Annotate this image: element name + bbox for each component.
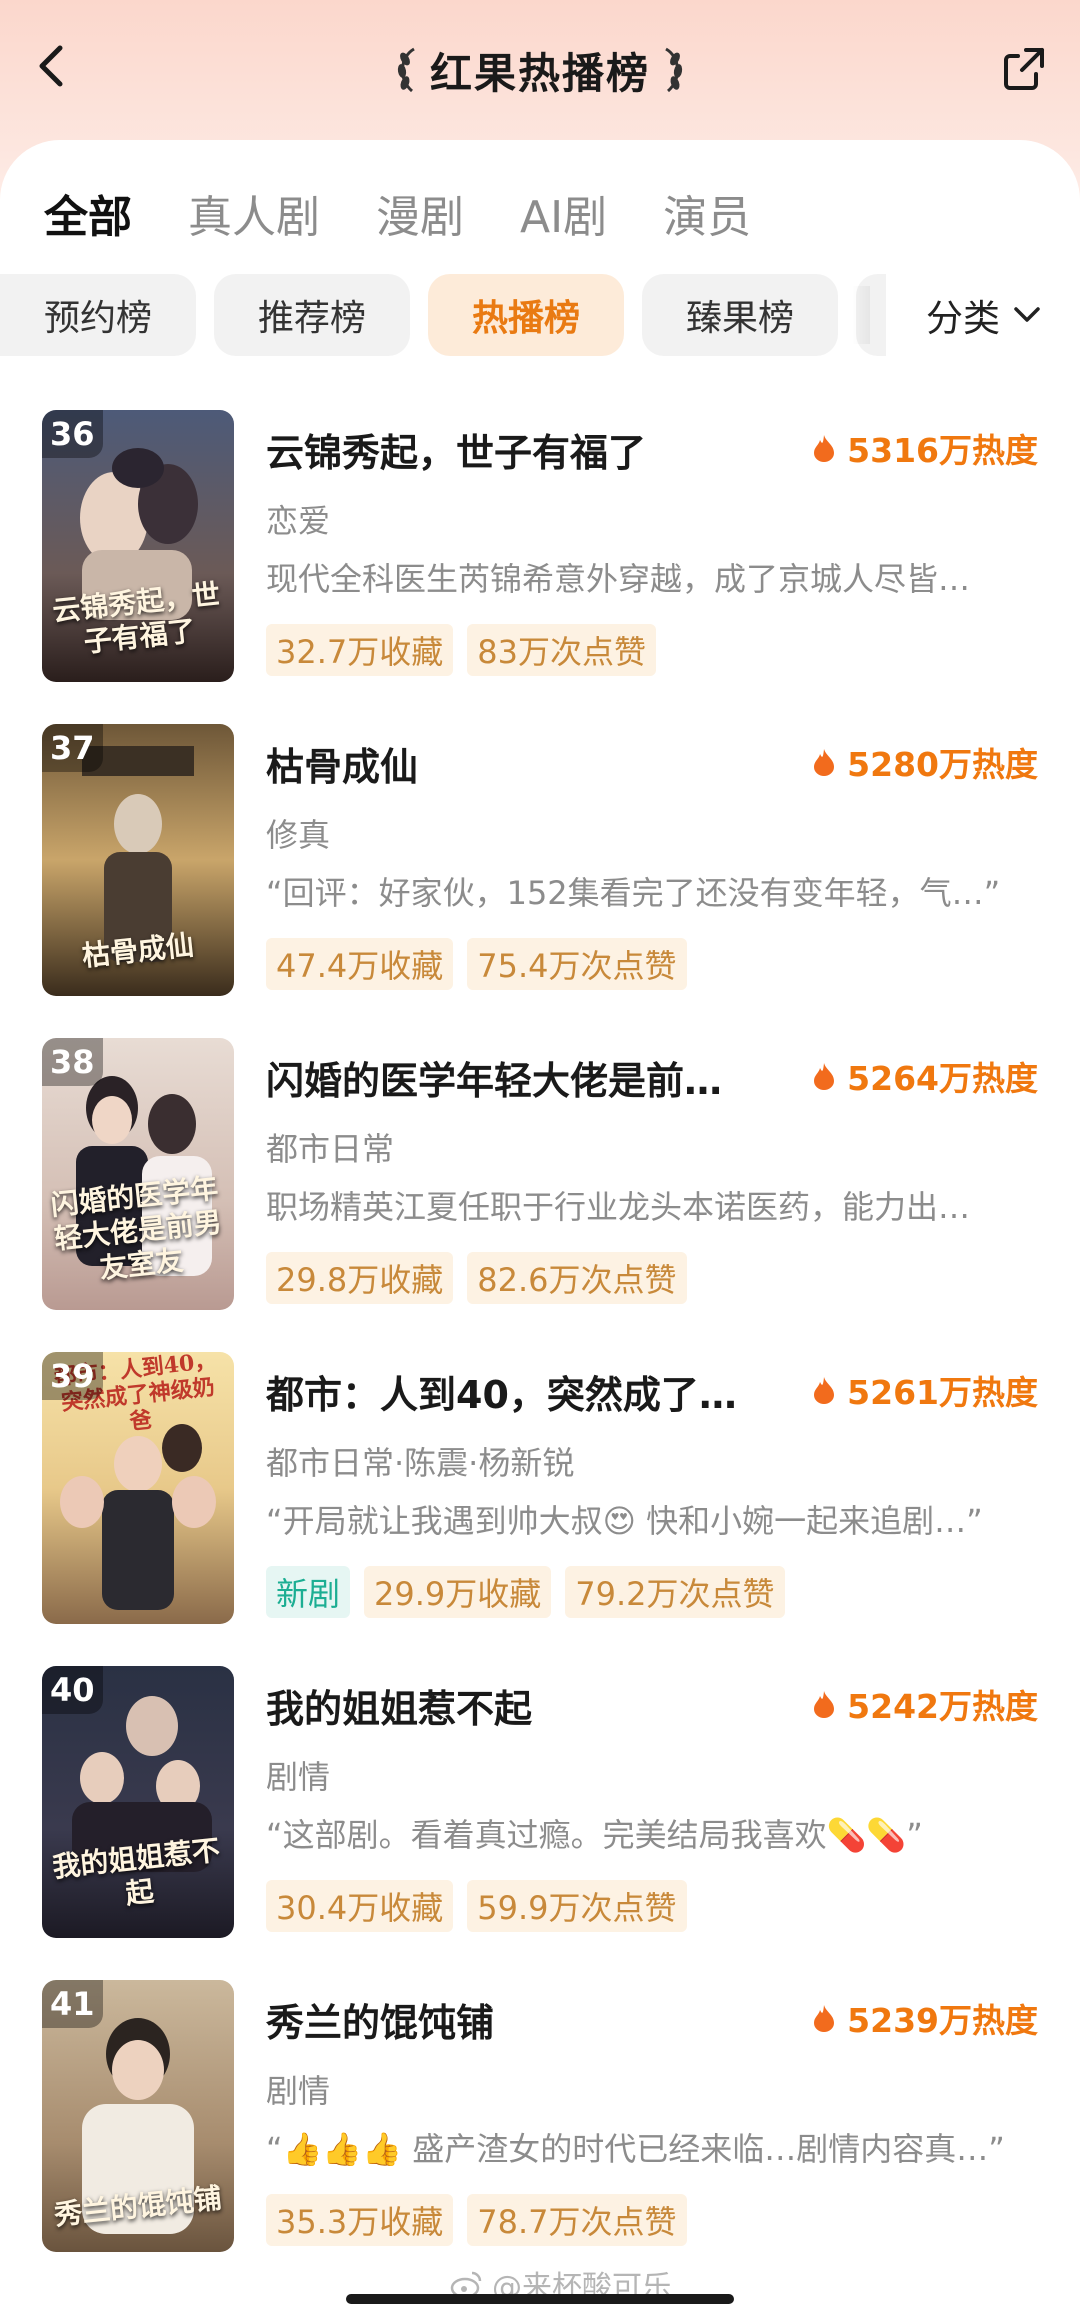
chip-premium[interactable]: 臻果榜 [642,274,838,356]
drama-title[interactable]: 云锦秀起，世子有福了 [266,422,786,477]
tab-ai[interactable]: AI剧 [520,181,607,245]
likes-tag: 78.7万次点赞 [467,2194,687,2246]
drama-poster[interactable]: 闪婚的医学年轻大佬是前男友室友 38 [42,1038,234,1310]
filter-label: 分类 [926,297,1000,340]
drama-title[interactable]: 秀兰的馄饨铺 [266,1992,786,2047]
drama-row[interactable]: 都市：人到40，突然成了神级奶爸 39 都市：人到40，突然成了… 5261万热… [0,1352,1080,1632]
drama-description: “开局就让我遇到帅大叔😍 快和小婉一起来追剧…” [266,1502,983,1540]
rank-badge: 36 [42,410,103,458]
rank-badge: 40 [42,1666,103,1714]
header: 红果热播榜 [0,0,1080,140]
likes-tag: 83万次点赞 [467,624,656,676]
drama-poster[interactable]: 枯骨成仙 37 [42,724,234,996]
drama-tags: 新剧 29.9万收藏 79.2万次点赞 [266,1566,785,1618]
flame-icon [814,2005,835,2032]
ranking-chips: 预约榜 推荐榜 热播榜 臻果榜 [0,274,1080,356]
flame-icon [814,1063,835,1090]
share-icon [1004,48,1044,90]
drama-poster[interactable]: 秀兰的馄饨铺 41 [42,1980,234,2252]
filter-divider [852,286,870,344]
drama-row[interactable]: 云锦秀起，世子有福了 36 云锦秀起，世子有福了 5316万热度 恋爱 现代全科… [0,410,1080,690]
likes-tag: 79.2万次点赞 [565,1566,785,1618]
page-title: 红果热播榜 [429,48,650,98]
drama-title[interactable]: 枯骨成仙 [266,736,786,791]
flame-icon [814,749,835,776]
drama-poster[interactable]: 云锦秀起，世子有福了 36 [42,410,234,682]
rank-badge: 37 [42,724,103,772]
laurel-right-icon [665,47,683,93]
favorites-tag: 29.9万收藏 [364,1566,552,1618]
category-tabs: 全部 真人剧 漫剧 AI剧 演员 [44,178,751,248]
heat-value: 5239万热度 [847,2001,1038,2040]
drama-description: 现代全科医生芮锦希意外穿越，成了京城人尽皆… [266,560,971,598]
drama-title[interactable]: 都市：人到40，突然成了… [266,1364,786,1419]
drama-description: 职场精英江夏任职于行业龙头本诺医药，能力出… [266,1188,971,1226]
flame-icon [814,1691,835,1718]
drama-description: “👍👍👍 盛产渣女的时代已经来临…剧情内容真…” [266,2130,1005,2168]
likes-tag: 59.9万次点赞 [467,1880,687,1932]
favorites-tag: 29.8万收藏 [266,1252,454,1304]
drama-poster[interactable]: 都市：人到40，突然成了神级奶爸 39 [42,1352,234,1624]
drama-row[interactable]: 我的姐姐惹不起 40 我的姐姐惹不起 5242万热度 剧情 “这部剧。看着真过瘾… [0,1666,1080,1946]
heat-score: 5316万热度 [811,424,1038,472]
heat-score: 5242万热度 [811,1680,1038,1728]
drama-row[interactable]: 秀兰的馄饨铺 41 秀兰的馄饨铺 5239万热度 剧情 “👍👍👍 盛产渣女的时代… [0,1980,1080,2260]
chip-hot[interactable]: 热播榜 [428,274,624,356]
flame-icon [814,1377,835,1404]
favorites-tag: 30.4万收藏 [266,1880,454,1932]
drama-description: “这部剧。看着真过瘾。完美结局我喜欢💊💊” [266,1816,923,1854]
category-filter-button[interactable]: 分类 [926,274,1044,356]
laurel-left-icon [397,47,415,93]
chip-recommend[interactable]: 推荐榜 [214,274,410,356]
drama-genre: 都市日常 [266,1130,395,1168]
tab-all[interactable]: 全部 [44,181,132,245]
drama-tags: 35.3万收藏 78.7万次点赞 [266,2194,687,2246]
rank-badge: 38 [42,1038,103,1086]
chip-reservation[interactable]: 预约榜 [0,274,196,356]
flame-icon [814,435,835,462]
poster-caption: 闪婚的医学年轻大佬是前男友室友 [49,1171,224,1286]
drama-title[interactable]: 闪婚的医学年轻大佬是前… [266,1050,786,1105]
drama-genre: 剧情 [266,2072,331,2110]
tab-comic[interactable]: 漫剧 [376,181,464,245]
favorites-tag: 32.7万收藏 [266,624,454,676]
heat-value: 5280万热度 [847,745,1038,784]
tab-live-action[interactable]: 真人剧 [188,181,320,245]
home-indicator[interactable] [346,2294,734,2304]
heat-value: 5261万热度 [847,1373,1038,1412]
share-button[interactable] [996,40,1052,96]
drama-tags: 32.7万收藏 83万次点赞 [266,624,656,676]
drama-tags: 47.4万收藏 75.4万次点赞 [266,938,687,990]
favorites-tag: 35.3万收藏 [266,2194,454,2246]
drama-genre: 剧情 [266,1758,331,1796]
likes-tag: 75.4万次点赞 [467,938,687,990]
likes-tag: 82.6万次点赞 [467,1252,687,1304]
drama-genre: 恋爱 [266,502,331,540]
drama-row[interactable]: 闪婚的医学年轻大佬是前男友室友 38 闪婚的医学年轻大佬是前… 5264万热度 … [0,1038,1080,1318]
tab-actors[interactable]: 演员 [663,181,751,245]
heat-score: 5264万热度 [811,1052,1038,1100]
new-drama-tag: 新剧 [266,1566,351,1618]
rank-badge: 39 [42,1352,103,1400]
chevron-down-icon [1014,307,1040,322]
drama-tags: 30.4万收藏 59.9万次点赞 [266,1880,687,1932]
drama-genre: 修真 [266,816,331,854]
heat-score: 5261万热度 [811,1366,1038,1414]
rank-badge: 41 [42,1980,103,2028]
favorites-tag: 47.4万收藏 [266,938,454,990]
drama-tags: 29.8万收藏 82.6万次点赞 [266,1252,687,1304]
heat-score: 5280万热度 [811,738,1038,786]
drama-genre: 都市日常·陈震·杨新锐 [266,1444,575,1482]
drama-title[interactable]: 我的姐姐惹不起 [266,1678,786,1733]
heat-value: 5264万热度 [847,1059,1038,1098]
drama-poster[interactable]: 我的姐姐惹不起 40 [42,1666,234,1938]
drama-description: “回评：好家伙，152集看完了还没有变年轻，气…” [266,874,1001,912]
heat-score: 5239万热度 [811,1994,1038,2042]
title-wrap: 红果热播榜 [0,40,1080,100]
drama-row[interactable]: 枯骨成仙 37 枯骨成仙 5280万热度 修真 “回评：好家伙，152集看完了还… [0,724,1080,1004]
heat-value: 5316万热度 [847,431,1038,470]
heat-value: 5242万热度 [847,1687,1038,1726]
